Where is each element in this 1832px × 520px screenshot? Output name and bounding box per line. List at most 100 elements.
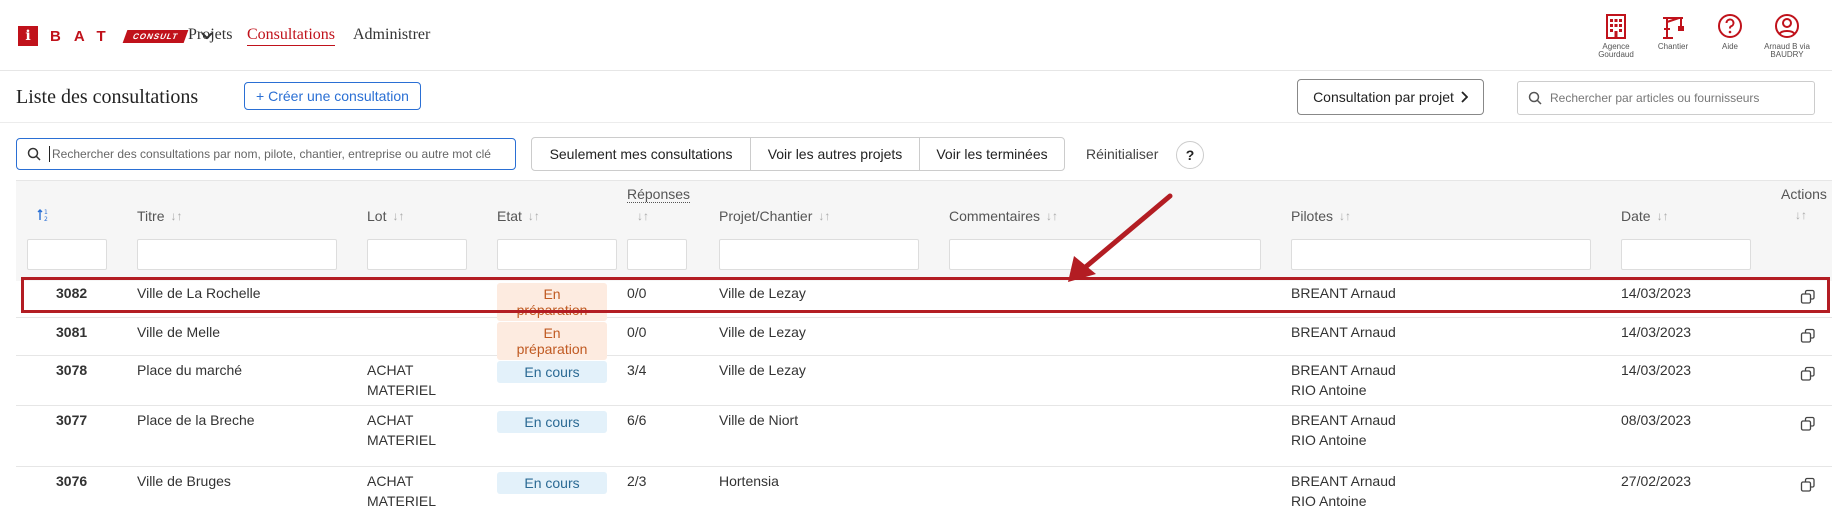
row-pilote: RIO Antoine	[1291, 432, 1367, 448]
filter-projet-input[interactable]	[719, 239, 919, 270]
filter-other-projects-button[interactable]: Voir les autres projets	[750, 137, 920, 171]
agency-label: Agence Gourdaud	[1598, 42, 1634, 59]
sort-id-button[interactable]: 1 2	[37, 208, 53, 222]
copy-icon[interactable]	[1800, 416, 1816, 437]
articles-search-input[interactable]: Rechercher par articles ou fournisseurs	[1517, 81, 1815, 115]
sort-icon: ↓↑	[1795, 208, 1807, 222]
column-projet[interactable]: Projet/Chantier ↓↑	[719, 208, 830, 224]
filter-pilotes-input[interactable]	[1291, 239, 1591, 270]
row-pilote: RIO Antoine	[1291, 382, 1367, 398]
consultation-by-project-button[interactable]: Consultation par projet	[1297, 79, 1484, 115]
building-icon	[1606, 14, 1626, 39]
row-reponses: 3/4	[627, 362, 647, 378]
sort-icon: ↓↑	[1339, 209, 1352, 223]
column-lot[interactable]: Lot ↓↑	[367, 208, 404, 224]
status-badge: En cours	[497, 361, 607, 383]
copy-icon[interactable]	[1800, 477, 1816, 498]
filter-etat-input[interactable]	[497, 239, 617, 270]
help-button[interactable]: Aide	[1700, 12, 1760, 51]
user-button[interactable]: Arnaud B via BAUDRY	[1757, 12, 1817, 59]
chevron-right-icon	[1460, 91, 1468, 103]
row-lot-line2: MATERIEL	[367, 382, 436, 398]
column-date-label: Date	[1621, 208, 1651, 224]
row-date: 14/03/2023	[1621, 362, 1692, 378]
sort-icon: ↓↑	[818, 209, 831, 223]
consultations-search-input[interactable]: Rechercher des consultations par nom, pi…	[16, 138, 516, 170]
row-id: 3081	[56, 324, 88, 340]
chantier-button[interactable]: Chantier	[1643, 12, 1703, 51]
user-circle-icon	[1775, 14, 1799, 38]
filter-reponses-input[interactable]	[627, 239, 687, 270]
row-id: 3076	[56, 473, 88, 489]
copy-icon[interactable]	[1800, 366, 1816, 387]
agency-button[interactable]: Agence Gourdaud	[1586, 12, 1646, 59]
row-id: 3077	[56, 412, 88, 428]
row-date: 14/03/2023	[1621, 324, 1692, 340]
row-date: 27/02/2023	[1621, 473, 1692, 489]
svg-text:1: 1	[44, 209, 48, 216]
column-projet-label: Projet/Chantier	[719, 208, 813, 224]
copy-icon[interactable]	[1800, 328, 1816, 349]
sort-icon: ↓↑	[392, 209, 405, 223]
filter-mine-button[interactable]: Seulement mes consultations	[531, 137, 751, 171]
row-projet: Ville de Lezay	[719, 324, 806, 340]
filter-id-input[interactable]	[27, 239, 107, 270]
brand-logo[interactable]: i BAT CONSULT	[18, 26, 214, 46]
row-pilote: BREANT Arnaud	[1291, 362, 1396, 378]
row-id: 3078	[56, 362, 88, 378]
row-titre: Place de la Breche	[137, 412, 255, 428]
row-lot-line2: MATERIEL	[367, 432, 436, 448]
column-pilotes-label: Pilotes	[1291, 208, 1334, 224]
column-commentaires[interactable]: Commentaires ↓↑	[949, 208, 1058, 224]
page-title: Liste des consultations	[16, 86, 199, 108]
help-label: Aide	[1721, 42, 1738, 51]
table-row[interactable]	[16, 355, 1832, 406]
row-pilote: BREANT Arnaud	[1291, 412, 1396, 428]
row-titre: Place du marché	[137, 362, 243, 378]
row-pilote: BREANT Arnaud	[1291, 473, 1396, 489]
column-etat[interactable]: Etat ↓↑	[497, 208, 540, 224]
row-projet: Ville de Lezay	[719, 362, 806, 378]
table-row[interactable]	[16, 466, 1832, 520]
row-projet: Ville de Niort	[719, 412, 799, 428]
table-row[interactable]	[16, 405, 1832, 467]
row-pilote: BREANT Arnaud	[1291, 324, 1396, 340]
highlight-box	[21, 277, 1830, 313]
sort-asc-icon: 1 2	[37, 209, 48, 222]
row-lot-line1: ACHAT	[367, 473, 414, 489]
by-project-label: Consultation par projet	[1313, 89, 1454, 105]
row-reponses: 2/3	[627, 473, 647, 489]
sort-icon: ↓↑	[637, 209, 649, 223]
column-lot-label: Lot	[367, 208, 387, 224]
column-titre[interactable]: Titre ↓↑	[137, 208, 182, 224]
table-row[interactable]	[16, 317, 1832, 356]
column-date[interactable]: Date ↓↑	[1621, 208, 1669, 224]
svg-text:2: 2	[44, 216, 48, 222]
sort-icon: ↓↑	[527, 209, 540, 223]
nav-administrer[interactable]: Administrer	[353, 26, 430, 44]
filter-date-input[interactable]	[1621, 239, 1751, 270]
nav-consultations[interactable]: Consultations	[247, 26, 336, 46]
column-reponses[interactable]: Réponses ↓↑	[627, 186, 691, 223]
row-reponses: 0/0	[627, 324, 647, 340]
filter-lot-input[interactable]	[367, 239, 467, 270]
create-consultation-button[interactable]: + Créer une consultation	[244, 82, 421, 110]
filter-titre-input[interactable]	[137, 239, 337, 270]
reset-filters-button[interactable]: Réinitialiser	[1086, 146, 1158, 162]
row-lot-line1: ACHAT	[367, 362, 414, 378]
row-date: 08/03/2023	[1621, 412, 1692, 428]
filters-help-button[interactable]: ?	[1176, 141, 1204, 169]
column-actions: Actions ↓↑	[1781, 186, 1832, 222]
column-actions-label: Actions	[1781, 186, 1827, 202]
filter-finished-button[interactable]: Voir les terminées	[919, 137, 1065, 171]
nav-projets[interactable]: Projets	[188, 26, 232, 44]
crane-icon	[1663, 17, 1684, 39]
column-reponses-label: Réponses	[627, 186, 691, 203]
user-label: Arnaud B via BAUDRY	[1764, 42, 1810, 59]
divider	[0, 122, 1832, 123]
row-pilote: RIO Antoine	[1291, 493, 1367, 509]
logo-consult-tag: CONSULT	[122, 29, 189, 43]
status-badge: En cours	[497, 472, 607, 494]
row-titre: Ville de Melle	[137, 324, 221, 340]
column-pilotes[interactable]: Pilotes ↓↑	[1291, 208, 1351, 224]
